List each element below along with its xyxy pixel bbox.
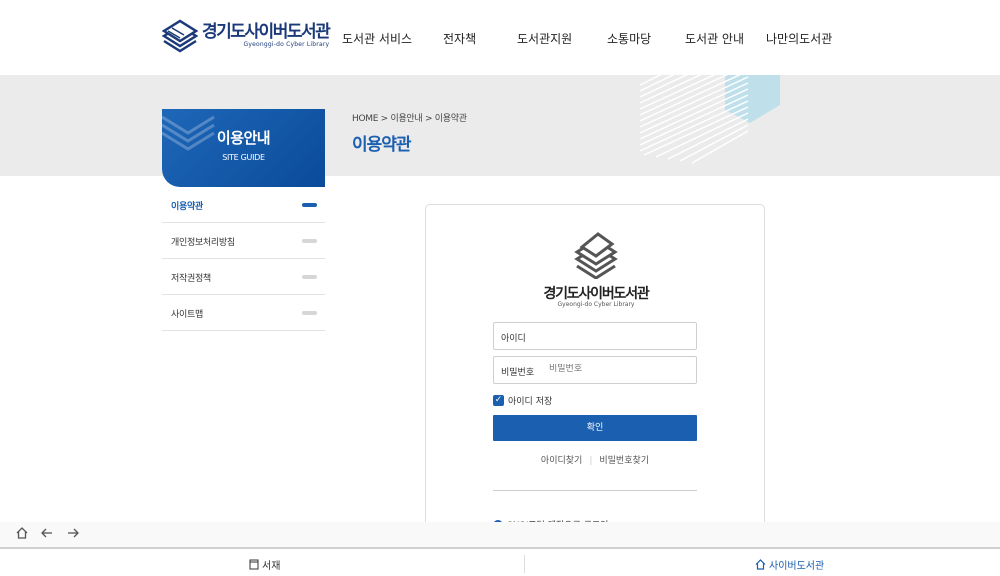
find-id-link[interactable]: 아이디찾기: [541, 456, 582, 466]
find-password-link[interactable]: 비밀번호찾기: [599, 456, 649, 466]
logo-subtitle: Gyeonggi-do Cyber Library: [243, 40, 330, 48]
sidebar-item-copyright[interactable]: 저작권정책: [162, 259, 325, 295]
site-logo[interactable]: 경기도사이버도서관 Gyeonggi-do Cyber Library: [162, 16, 331, 54]
item-indicator: [302, 275, 317, 279]
sidebar-item-privacy[interactable]: 개인정보처리방침: [162, 223, 325, 259]
logo-title: 경기도사이버도서관: [202, 21, 331, 42]
item-indicator: [302, 311, 317, 315]
remember-label: 아이디 저장: [508, 397, 553, 407]
bottom-tab-bar: 서재 사이버도서관: [0, 547, 1000, 576]
nav-community[interactable]: 소통마당: [607, 30, 651, 47]
tab-cyber-library[interactable]: 사이버도서관: [755, 557, 824, 572]
sidebar-item-label: 개인정보처리방침: [171, 238, 235, 248]
id-field[interactable]: 아이디: [493, 322, 697, 350]
sidebar-item-sitemap[interactable]: 사이트맵: [162, 295, 325, 331]
book-icon: [248, 559, 259, 570]
back-arrow-icon[interactable]: [39, 526, 55, 542]
find-links: 아이디찾기 | 비밀번호찾기: [493, 453, 697, 466]
sidebar-subtitle: SITE GUIDE: [222, 153, 265, 162]
nav-library-support[interactable]: 도서관지원: [517, 30, 572, 47]
sidebar-item-terms[interactable]: 이용약관: [162, 187, 325, 223]
remember-id[interactable]: ✓ 아이디 저장: [493, 394, 552, 407]
nav-library-guide[interactable]: 도서관 안내: [685, 30, 744, 47]
nav-my-library[interactable]: 나만의도서관: [766, 30, 832, 47]
home-icon: [755, 559, 766, 570]
password-field[interactable]: 비밀번호: [493, 356, 697, 384]
forward-arrow-icon[interactable]: [65, 526, 81, 542]
sidebar-header: 이용안내 SITE GUIDE: [162, 109, 325, 187]
link-separator: |: [589, 456, 593, 466]
id-label: 아이디: [501, 334, 526, 344]
nav-library-service[interactable]: 도서관 서비스: [342, 30, 412, 47]
banner-decoration: [639, 75, 780, 164]
tab-label: 사이버도서관: [769, 561, 825, 572]
sidebar-menu: 이용약관 개인정보처리방침 저작권정책 사이트맵: [162, 187, 325, 331]
login-card: 경기도사이버도서관 Gyeongi-do Cyber Library 아이디 비…: [425, 204, 765, 544]
active-indicator: [302, 203, 317, 207]
remember-checkbox[interactable]: ✓: [493, 395, 504, 406]
browser-nav-bar: [0, 522, 1000, 547]
id-input[interactable]: [549, 330, 689, 340]
login-submit-button[interactable]: 확인: [493, 415, 697, 441]
password-label: 비밀번호: [501, 368, 535, 378]
sidebar-item-label: 이용약관: [171, 202, 203, 212]
book-stack-icon: [574, 232, 618, 279]
page-title: 이용약관: [352, 135, 412, 155]
nav-ebook[interactable]: 전자책: [443, 30, 476, 47]
tab-label: 서재: [262, 561, 281, 572]
sub-banner: [0, 75, 1000, 176]
sidebar-item-label: 사이트맵: [171, 310, 203, 320]
item-indicator: [302, 239, 317, 243]
site-header: 경기도사이버도서관 Gyeonggi-do Cyber Library 도서관 …: [0, 0, 1000, 75]
library-logo-icon: [162, 19, 198, 53]
tab-divider: [524, 555, 525, 573]
breadcrumb: HOME > 이용안내 > 이용약관: [352, 114, 467, 124]
tab-bookshelf[interactable]: 서재: [248, 557, 280, 572]
sidebar-item-label: 저작권정책: [171, 274, 211, 284]
sidebar-title: 이용안내: [216, 129, 271, 147]
divider: [493, 490, 697, 491]
home-icon[interactable]: [14, 526, 30, 542]
password-input[interactable]: [549, 364, 689, 374]
login-logo-subtitle: Gyeongi-do Cyber Library: [557, 301, 635, 308]
login-logo-title: 경기도사이버도서관: [543, 286, 649, 302]
